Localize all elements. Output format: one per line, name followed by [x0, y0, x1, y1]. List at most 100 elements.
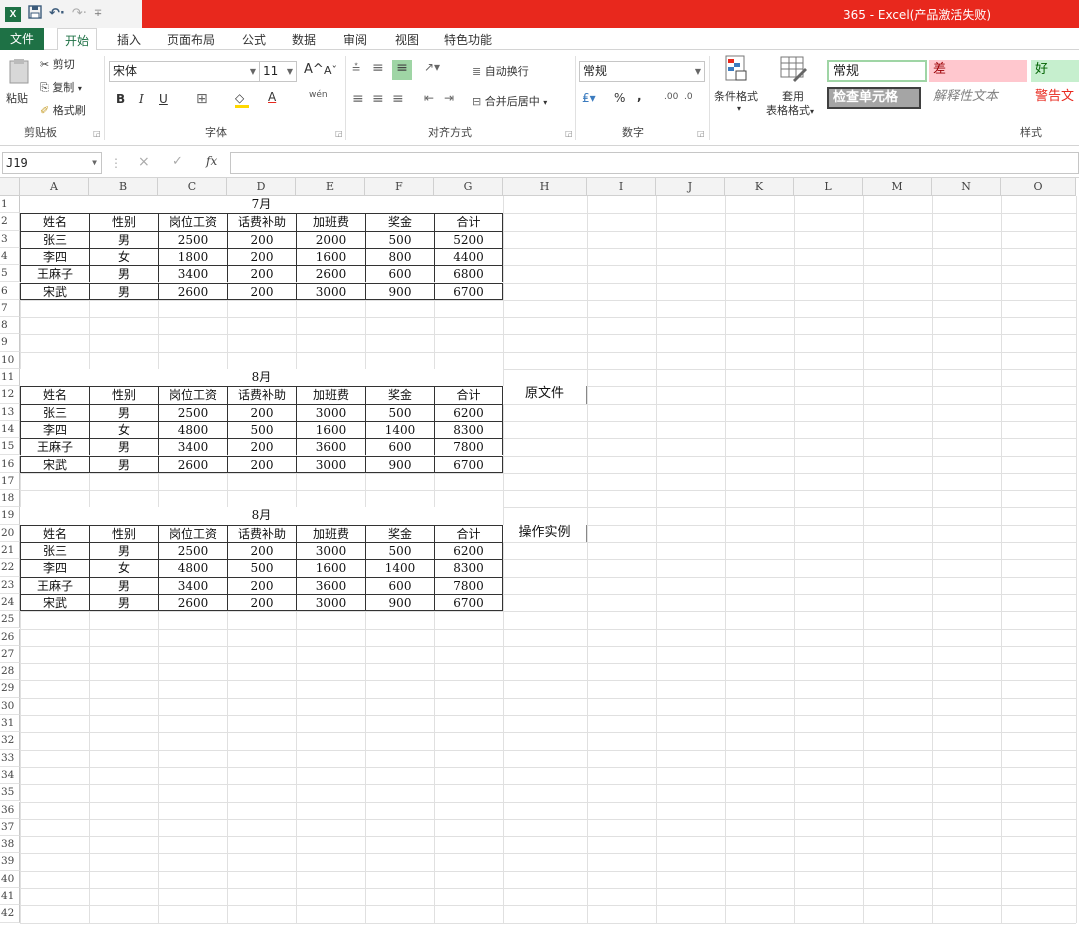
row-header[interactable]: 29: [0, 680, 20, 698]
table-cell[interactable]: 200: [227, 247, 296, 266]
conditional-format-button[interactable]: [724, 54, 750, 85]
table-cell[interactable]: 500: [365, 230, 434, 248]
table-cell[interactable]: 7800: [434, 576, 503, 594]
table-cell[interactable]: 男: [89, 438, 158, 456]
undo-button[interactable]: ↶·: [49, 6, 65, 22]
column-header[interactable]: K: [725, 178, 794, 196]
row-header[interactable]: 2: [0, 213, 20, 231]
table-cell[interactable]: 男: [89, 265, 158, 283]
style-explanatory[interactable]: 解释性文本: [929, 87, 1027, 109]
table-note[interactable]: 原文件: [503, 386, 587, 404]
cut-button[interactable]: ✂ 剪切: [40, 56, 75, 72]
table-cell[interactable]: 900: [365, 282, 434, 300]
table-cell[interactable]: 3000: [296, 282, 365, 300]
underline-button[interactable]: U: [159, 92, 168, 106]
align-top-icon[interactable]: ⩮: [352, 60, 360, 76]
align-center-icon[interactable]: ≡: [372, 91, 384, 107]
orientation-icon[interactable]: ↗▾: [424, 60, 440, 74]
table-cell[interactable]: 8300: [434, 420, 503, 439]
table-cell[interactable]: 张三: [20, 403, 89, 421]
table-cell[interactable]: 1800: [158, 247, 227, 266]
table-cell[interactable]: 5200: [434, 230, 503, 248]
table-header-cell[interactable]: 姓名: [20, 524, 89, 542]
table-cell[interactable]: 4400: [434, 247, 503, 266]
table-header-cell[interactable]: 性别: [89, 524, 158, 542]
column-header[interactable]: L: [794, 178, 863, 196]
clipboard-launcher-icon[interactable]: ◲: [93, 129, 101, 138]
table-cell[interactable]: 男: [89, 542, 158, 560]
row-header[interactable]: 18: [0, 490, 20, 508]
row-header[interactable]: 30: [0, 697, 20, 715]
column-header[interactable]: O: [1001, 178, 1076, 196]
bold-button[interactable]: B: [116, 92, 125, 106]
table-cell[interactable]: 200: [227, 438, 296, 456]
table-header-cell[interactable]: 话费补助: [227, 386, 296, 404]
table-cell[interactable]: 男: [89, 282, 158, 300]
percent-button[interactable]: %: [614, 91, 625, 105]
row-header[interactable]: 39: [0, 853, 20, 871]
tab-file[interactable]: 文件: [0, 28, 44, 50]
wrap-text-button[interactable]: ≣ 自动换行: [472, 63, 529, 79]
table-title[interactable]: 8月: [20, 507, 503, 525]
table-header-cell[interactable]: 岗位工资: [158, 213, 227, 231]
number-launcher-icon[interactable]: ◲: [697, 129, 705, 138]
table-cell[interactable]: 王麻子: [20, 438, 89, 456]
number-format-dropdown[interactable]: 常规 ▼: [579, 61, 705, 82]
table-cell[interactable]: 200: [227, 576, 296, 594]
enter-icon[interactable]: ✓: [172, 154, 183, 169]
table-cell[interactable]: 900: [365, 593, 434, 612]
align-left-icon[interactable]: ≡: [352, 91, 364, 107]
table-cell[interactable]: 6700: [434, 282, 503, 300]
font-name-dropdown[interactable]: 宋体 ▼: [109, 61, 260, 82]
table-cell[interactable]: 男: [89, 455, 158, 473]
table-cell[interactable]: 宋武: [20, 282, 89, 300]
row-header[interactable]: 20: [0, 524, 20, 542]
table-cell[interactable]: 3600: [296, 438, 365, 456]
table-cell[interactable]: 宋武: [20, 593, 89, 612]
table-cell[interactable]: 6700: [434, 455, 503, 473]
insert-function-icon[interactable]: fx: [206, 154, 217, 168]
table-cell[interactable]: 宋武: [20, 455, 89, 473]
worksheet[interactable]: A B C D E F G H I J K L M N O 1 2 3 4 5 6 7 8 9 10 11 12 13 14 15 16 17…: [0, 178, 1079, 933]
tab-insert[interactable]: 插入: [117, 31, 141, 48]
column-header[interactable]: G: [434, 178, 503, 196]
table-cell[interactable]: 4800: [158, 559, 227, 577]
save-icon[interactable]: [28, 4, 42, 24]
tab-data[interactable]: 数据: [292, 31, 316, 48]
row-header[interactable]: 8: [0, 317, 20, 335]
table-header-cell[interactable]: 奖金: [365, 386, 434, 404]
row-header[interactable]: 15: [0, 438, 20, 456]
column-header[interactable]: M: [863, 178, 932, 196]
row-header[interactable]: 13: [0, 403, 20, 421]
format-as-table-button[interactable]: [779, 54, 807, 85]
table-cell[interactable]: 200: [227, 593, 296, 612]
row-header[interactable]: 36: [0, 801, 20, 819]
table-header-cell[interactable]: 合计: [434, 213, 503, 231]
copy-button[interactable]: ⎘ 复制 ▾: [40, 79, 82, 95]
style-check-cell[interactable]: 检查单元格: [827, 87, 921, 109]
table-cell[interactable]: 500: [365, 403, 434, 421]
table-cell[interactable]: 6800: [434, 265, 503, 283]
italic-button[interactable]: I: [139, 92, 144, 106]
table-cell[interactable]: 李四: [20, 247, 89, 266]
table-cell[interactable]: 王麻子: [20, 576, 89, 594]
select-all-corner[interactable]: [0, 178, 20, 196]
column-header[interactable]: E: [296, 178, 365, 196]
table-cell[interactable]: 男: [89, 593, 158, 612]
row-header[interactable]: 38: [0, 836, 20, 854]
table-cell[interactable]: 2600: [158, 455, 227, 473]
column-header[interactable]: A: [20, 178, 89, 196]
format-painter-button[interactable]: ✐ 格式刷: [40, 102, 86, 118]
table-cell[interactable]: 3400: [158, 576, 227, 594]
table-cell[interactable]: 李四: [20, 559, 89, 577]
table-cell[interactable]: 1600: [296, 247, 365, 266]
table-cell[interactable]: 3400: [158, 438, 227, 456]
tab-formulas[interactable]: 公式: [242, 31, 266, 48]
row-header[interactable]: 34: [0, 766, 20, 785]
table-cell[interactable]: 3000: [296, 455, 365, 473]
shrink-font-button[interactable]: Aˇ: [324, 64, 337, 77]
table-cell[interactable]: 3000: [296, 403, 365, 421]
table-cell[interactable]: 200: [227, 230, 296, 248]
row-header[interactable]: 21: [0, 542, 20, 560]
tab-home[interactable]: 开始: [57, 28, 98, 51]
